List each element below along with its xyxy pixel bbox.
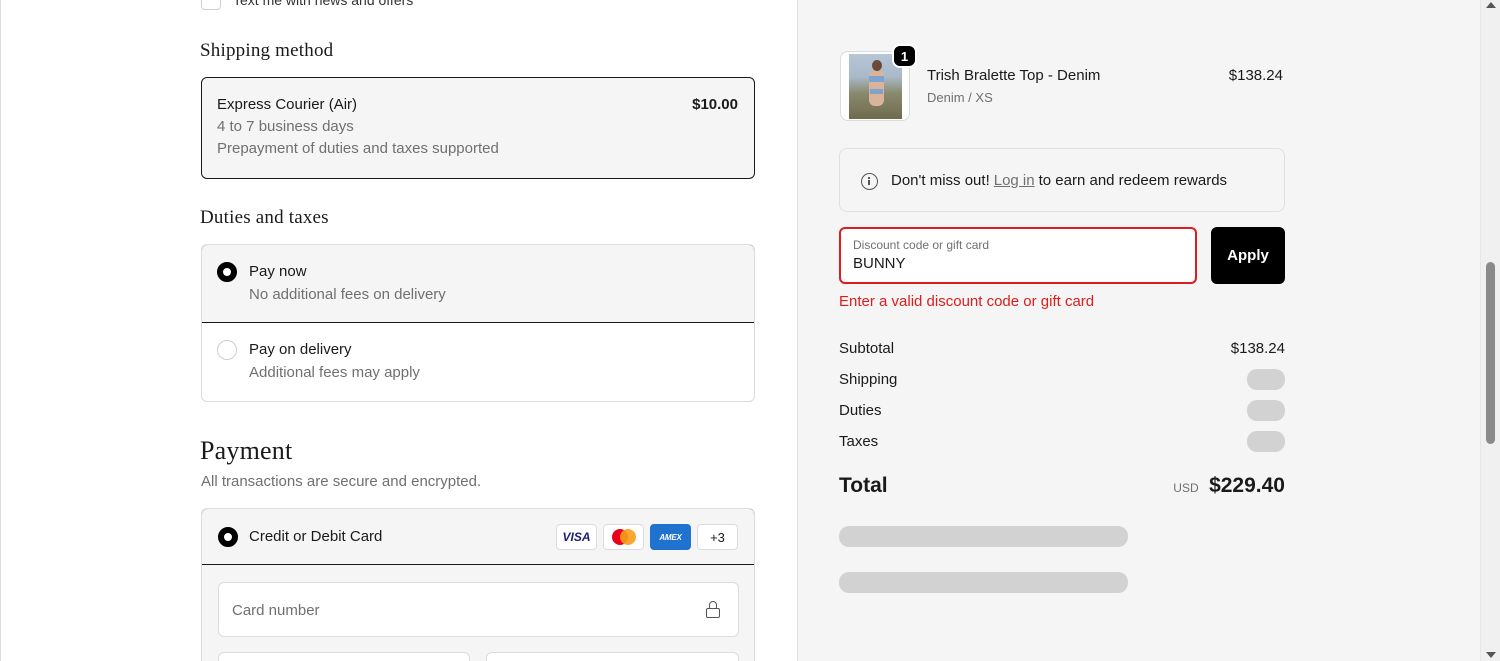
expiry-date-input[interactable] [218, 652, 470, 661]
shipping-method-title: Shipping method [200, 40, 334, 61]
total-row: Total USD $229.40 [839, 474, 1285, 498]
apply-discount-button[interactable]: Apply [1211, 227, 1285, 284]
newsletter-label: Text me with news and offers [233, 0, 414, 8]
scroll-up-arrow-icon[interactable] [1486, 2, 1496, 8]
total-amount: $229.40 [1209, 474, 1285, 497]
visa-icon: VISA [556, 524, 597, 550]
login-link[interactable]: Log in [994, 172, 1035, 211]
loading-skeleton-bar [839, 572, 1128, 593]
duties-label: Duties [839, 401, 882, 419]
radio-unselected[interactable] [217, 340, 237, 360]
taxes-value-skeleton [1247, 430, 1285, 452]
shipping-option-price: $10.00 [692, 96, 738, 113]
shipping-option-note: Prepayment of duties and taxes supported [217, 140, 499, 157]
payment-option-card[interactable]: Credit or Debit Card VISA AMEX +3 [202, 509, 754, 565]
product-name: Trish Bralette Top - Denim [927, 67, 1101, 84]
radio-selected[interactable] [217, 262, 237, 282]
rewards-banner: Don't miss out! Log in to earn and redee… [839, 148, 1285, 212]
total-label: Total [839, 474, 888, 497]
discount-code-input[interactable]: Discount code or gift card BUNNY [839, 227, 1197, 284]
card-brands: VISA AMEX +3 [556, 524, 738, 550]
scrollbar-thumb[interactable] [1486, 262, 1495, 444]
duties-value-skeleton [1247, 399, 1285, 421]
total-currency: USD [1173, 481, 1199, 495]
order-summary-pane: 1 Trish Bralette Top - Denim Denim / XS … [797, 0, 1480, 661]
amex-icon: AMEX [650, 524, 691, 550]
loading-skeleton-bar [839, 526, 1128, 547]
radio-selected[interactable] [218, 527, 238, 547]
payment-card-section: Credit or Debit Card VISA AMEX +3 Card n… [201, 508, 755, 661]
taxes-row: Taxes [839, 430, 1285, 452]
subtotal-row: Subtotal $138.24 [839, 337, 1285, 359]
subtotal-value: $138.24 [1230, 339, 1285, 357]
more-brands-badge: +3 [697, 524, 738, 550]
checkout-form-pane: Text me with news and offers Shipping me… [0, 0, 797, 661]
security-code-input[interactable] [486, 652, 739, 661]
duties-option-pay-now[interactable]: Pay now No additional fees on delivery [202, 245, 754, 323]
shipping-option[interactable]: Express Courier (Air) $10.00 4 to 7 busi… [201, 77, 755, 179]
card-number-placeholder: Card number [232, 602, 320, 619]
payment-title: Payment [200, 436, 293, 465]
shipping-label: Shipping [839, 370, 898, 388]
discount-code-value: BUNNY [853, 255, 906, 272]
shipping-value-skeleton [1247, 368, 1285, 390]
duties-taxes-title: Duties and taxes [200, 207, 329, 228]
duties-option-label: Pay on delivery [249, 341, 352, 358]
shipping-row: Shipping [839, 368, 1285, 390]
duties-option-sub: Additional fees may apply [249, 364, 420, 381]
scroll-down-arrow-icon[interactable] [1486, 652, 1496, 658]
info-icon [861, 173, 878, 190]
duties-radio-group: Pay now No additional fees on delivery P… [201, 244, 755, 402]
quantity-badge: 1 [892, 44, 917, 68]
discount-code-label: Discount code or gift card [853, 238, 990, 252]
shipping-option-name: Express Courier (Air) [217, 96, 358, 113]
mastercard-icon [603, 524, 644, 550]
payment-subtitle: All transactions are secure and encrypte… [201, 473, 482, 490]
newsletter-checkbox[interactable] [201, 0, 221, 10]
shipping-option-eta: 4 to 7 business days [217, 118, 354, 135]
rewards-suffix: to earn and redeem rewards [1038, 172, 1228, 189]
lock-icon [706, 601, 720, 618]
duties-option-sub: No additional fees on delivery [249, 286, 446, 303]
product-price: $138.24 [1228, 67, 1283, 84]
duties-option-label: Pay now [249, 263, 307, 280]
rewards-prefix: Don't miss out! [891, 172, 990, 189]
duties-option-pay-on-delivery[interactable]: Pay on delivery Additional fees may appl… [202, 323, 754, 401]
discount-error-message: Enter a valid discount code or gift card [839, 293, 1095, 310]
subtotal-label: Subtotal [839, 339, 895, 357]
page-scrollbar[interactable] [1480, 0, 1500, 661]
product-variant: Denim / XS [927, 90, 993, 105]
card-number-input[interactable]: Card number [218, 582, 739, 637]
payment-option-label: Credit or Debit Card [249, 528, 383, 545]
taxes-label: Taxes [839, 432, 879, 450]
duties-row: Duties [839, 399, 1285, 421]
newsletter-row[interactable]: Text me with news and offers [201, 0, 413, 10]
